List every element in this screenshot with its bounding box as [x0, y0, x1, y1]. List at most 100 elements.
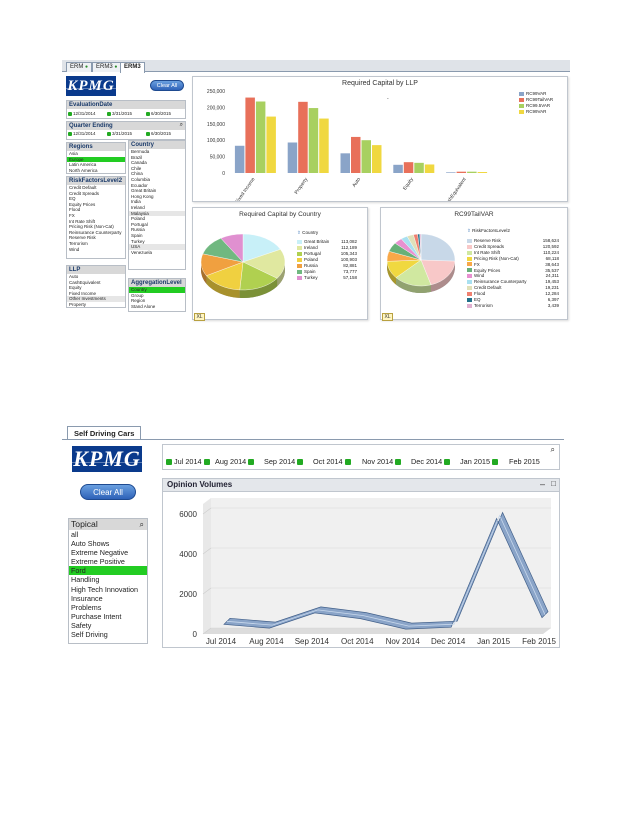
- chart-marker: -: [387, 96, 389, 102]
- list-item[interactable]: Safety: [69, 621, 147, 630]
- bar: [287, 142, 298, 173]
- legend-swatch: [467, 274, 472, 279]
- clear-all-button[interactable]: Clear All: [80, 484, 136, 500]
- legend-item: Poland: [297, 257, 318, 262]
- selected-indicator: [492, 459, 499, 466]
- bar: [298, 101, 308, 173]
- y-tick-label: 250,000: [207, 89, 225, 95]
- list-item[interactable]: North America: [67, 168, 125, 173]
- search-icon[interactable]: ⌕: [140, 519, 144, 530]
- legend-swatch: [467, 291, 472, 296]
- y-tick-label: 4000: [179, 550, 197, 559]
- legend-swatch: [519, 97, 524, 102]
- month-option[interactable]: Nov 2014: [362, 457, 403, 466]
- tab-divider: [62, 439, 564, 440]
- quarter-date-1[interactable]: 12/31/2014: [68, 131, 96, 136]
- x-tick-label: Aug 2014: [249, 637, 284, 646]
- month-option[interactable]: Sep 2014: [264, 457, 305, 466]
- selected-indicator: [344, 459, 351, 466]
- legend-name: Russia: [304, 263, 318, 268]
- list-item[interactable]: Venezuela: [129, 250, 185, 256]
- eval-date-3[interactable]: 6/30/2015: [146, 111, 171, 116]
- chart-title: Required Capital by Country: [239, 211, 321, 218]
- kpmg-logo: KPMG: [66, 76, 116, 96]
- list-item[interactable]: Problems: [69, 603, 147, 612]
- list-item[interactable]: Auto Shows: [69, 539, 147, 548]
- bar: [467, 171, 477, 173]
- search-icon[interactable]: ⌕: [180, 122, 183, 129]
- sort-icon[interactable]: ⇧: [467, 228, 471, 233]
- sheet-tabs: ERM ● ERM3 ● ERM3: [62, 60, 570, 73]
- export-icon[interactable]: XL: [382, 313, 393, 321]
- month-option[interactable]: Jan 2015: [460, 457, 500, 466]
- list-item[interactable]: Extreme Positive: [69, 557, 147, 566]
- minimize-icon[interactable]: –: [540, 479, 545, 489]
- list-item[interactable]: Handling: [69, 575, 147, 584]
- bar: [319, 118, 329, 173]
- legend-swatch: [467, 256, 472, 261]
- bar-chart-svg: 250,000 200,000 150,000 100,000 50,000 0 Fixed…: [207, 89, 488, 201]
- tailvar-pie-svg: [386, 233, 456, 293]
- eval-date-2[interactable]: 3/31/2015: [107, 111, 132, 116]
- export-icon[interactable]: XL: [194, 313, 205, 321]
- list-item[interactable]: all: [69, 530, 147, 539]
- legend-item: Int Rate Shift: [467, 250, 500, 255]
- legend-swatch: [297, 275, 302, 280]
- list-item[interactable]: Purchase Intent: [69, 612, 147, 621]
- list-item[interactable]: Wind: [67, 247, 125, 253]
- search-icon[interactable]: ⌕: [551, 445, 555, 455]
- regions-listbox: Regions Asia Europe Latin America North …: [66, 142, 126, 174]
- tab-erm[interactable]: ERM ●: [66, 62, 93, 72]
- legend-swatch: [519, 103, 524, 108]
- legend-value: 105,343: [340, 251, 357, 256]
- legend-swatch: [467, 250, 472, 255]
- legend-value: 100,903: [340, 257, 357, 262]
- legend-swatch: [467, 268, 472, 273]
- bar: [255, 101, 266, 173]
- tab-self-driving-cars[interactable]: Self Driving Cars: [67, 426, 142, 440]
- clear-all-button[interactable]: Clear All: [150, 80, 184, 91]
- tab-erm3[interactable]: ERM3: [120, 62, 145, 73]
- maximize-icon[interactable]: □: [551, 479, 556, 488]
- legend-swatch: [467, 303, 472, 308]
- opinion-volumes-panel: Opinion Volumes – □ 0 2000 4000 6000 Jul 201…: [162, 478, 560, 648]
- country-pie-svg: [200, 233, 286, 298]
- month-option[interactable]: Dec 2014: [411, 457, 452, 466]
- list-item-selected[interactable]: Ford: [69, 566, 147, 576]
- legend-item: Equity Prices: [467, 268, 500, 273]
- y-tick-label: 150,000: [207, 122, 225, 128]
- eval-date-1[interactable]: 12/31/2014: [68, 111, 96, 116]
- legend-value: 38,643: [545, 261, 559, 267]
- y-tick-label: 50,000: [210, 155, 226, 161]
- list-item[interactable]: Insurance: [69, 594, 147, 603]
- risk-factors-listbox: RiskFactorsLevel2 Credit Default Credit S…: [66, 176, 126, 259]
- quarter-date-3[interactable]: 6/30/2015: [146, 131, 171, 136]
- topical-listbox: Topical ⌕ all Auto Shows Extreme Negative Ex…: [68, 518, 148, 644]
- bar: [372, 145, 382, 173]
- tab-erm3-a[interactable]: ERM3 ●: [92, 62, 122, 72]
- quarter-ending-title: Quarter Ending: [67, 122, 185, 130]
- legend-item: FX: [467, 262, 480, 267]
- country-title: Country: [129, 141, 185, 149]
- legend-value: 73,777: [343, 269, 357, 274]
- month-option[interactable]: Feb 2015: [509, 457, 540, 466]
- list-item[interactable]: Stand Alone: [129, 304, 185, 310]
- list-item[interactable]: Self Driving: [69, 630, 147, 639]
- month-option[interactable]: Jul 2014: [166, 457, 212, 466]
- month-option[interactable]: Aug 2014: [215, 457, 256, 466]
- legend-name: Credit Spreads: [474, 243, 505, 249]
- bar: [393, 164, 403, 173]
- self-driving-dashboard: Self Driving Cars KPMG Clear All Topical…: [62, 426, 564, 650]
- quarter-date-2[interactable]: 3/31/2015: [107, 131, 132, 136]
- legend-value: 68,118: [545, 255, 559, 261]
- kpmg-logo: KPMG: [72, 446, 142, 472]
- evaluation-date-box: EvaluationDate: [66, 100, 186, 119]
- list-item[interactable]: High Tech Innovation: [69, 585, 147, 594]
- legend-name: Wind: [474, 273, 485, 279]
- list-item[interactable]: Property: [67, 302, 125, 307]
- month-option[interactable]: Oct 2014: [313, 457, 353, 466]
- list-item[interactable]: Extreme Negative: [69, 548, 147, 557]
- legend-item: Wind: [467, 273, 484, 278]
- x-tick-label: Nov 2014: [386, 637, 421, 646]
- sort-icon[interactable]: ⇧: [297, 230, 301, 235]
